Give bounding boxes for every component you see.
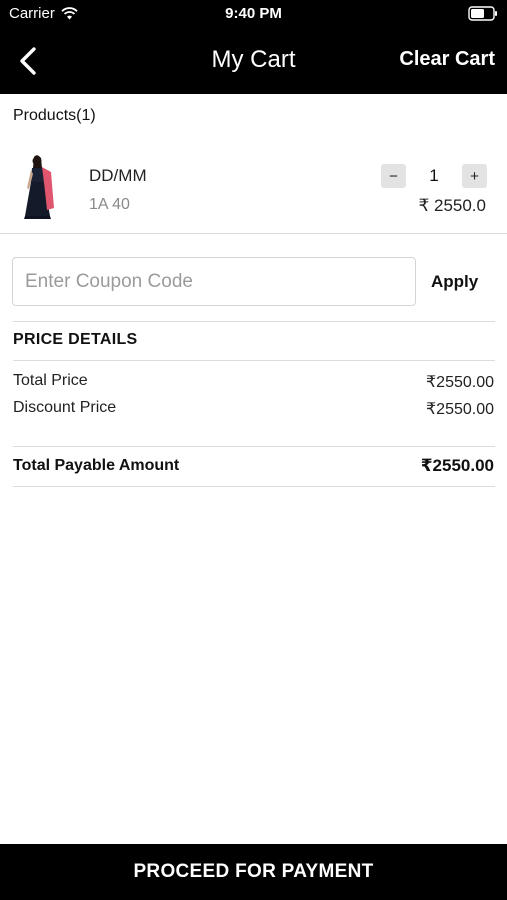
dress-thumbnail (24, 155, 54, 219)
cart-screen: Carrier 9:40 PM My Cart Clear Cart Produ… (0, 0, 507, 900)
status-time: 9:40 PM (225, 5, 282, 22)
total-price-label: Total Price (13, 372, 88, 389)
discount-price-label: Discount Price (13, 399, 117, 416)
status-bar: Carrier 9:40 PM (0, 0, 507, 28)
discount-price-value: ₹2550.00 (425, 401, 494, 418)
coupon-code-input[interactable] (12, 257, 416, 306)
quantity-value: 1 (429, 166, 439, 185)
product-size: 1A 40 (89, 196, 130, 213)
decrease-quantity-button[interactable]: − (381, 164, 406, 188)
price-details-heading: PRICE DETAILS (13, 331, 138, 348)
products-count-header: Products(1) (13, 107, 96, 124)
clear-cart-button[interactable]: Clear Cart (399, 48, 495, 71)
product-price: ₹ 2550.0 (418, 196, 486, 215)
nav-bar: My Cart Clear Cart (0, 28, 507, 94)
divider (13, 446, 495, 447)
divider (13, 360, 495, 361)
divider (13, 486, 495, 487)
total-price-value: ₹2550.00 (425, 374, 494, 391)
increase-quantity-button[interactable]: + (462, 164, 487, 188)
total-payable-value: ₹2550.00 (420, 456, 494, 475)
proceed-payment-button[interactable]: PROCEED FOR PAYMENT (0, 844, 507, 900)
battery-icon (468, 6, 497, 21)
cart-item: DD/MM 1A 40 − 1 + ₹ 2550.0 (0, 140, 507, 234)
apply-coupon-button[interactable]: Apply (431, 272, 478, 292)
total-payable-label: Total Payable Amount (13, 457, 180, 474)
divider (13, 321, 495, 322)
product-name: DD/MM (89, 166, 147, 185)
